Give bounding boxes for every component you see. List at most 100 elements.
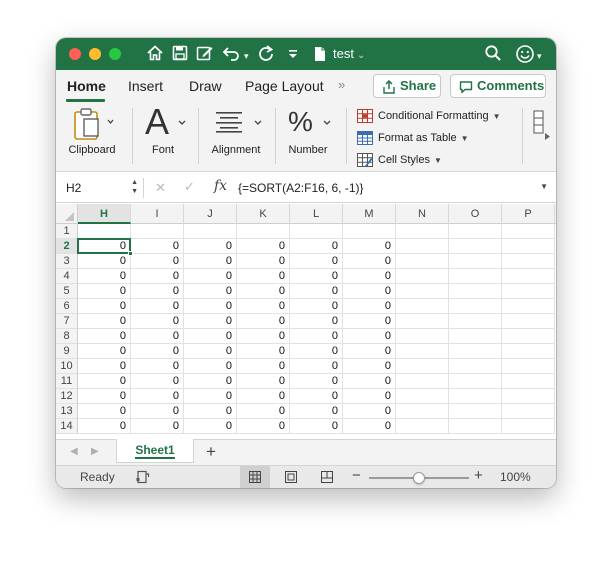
cell[interactable] <box>184 224 237 239</box>
row-header[interactable]: 3 <box>56 254 77 269</box>
format-as-table-button[interactable]: Format as Table ▼ <box>356 129 469 147</box>
cell[interactable]: 0 <box>131 314 184 329</box>
more-tabs-button[interactable]: » <box>338 77 345 92</box>
cell[interactable]: 0 <box>78 299 131 314</box>
minimize-window-button[interactable] <box>89 48 101 60</box>
zoom-slider-thumb[interactable] <box>413 472 425 484</box>
previous-sheet-icon[interactable]: ◀ <box>70 446 78 457</box>
cell[interactable] <box>396 239 449 254</box>
cell[interactable]: 0 <box>184 329 237 344</box>
column-header[interactable]: O <box>449 204 502 224</box>
cell[interactable]: 0 <box>131 404 184 419</box>
tab-page-layout[interactable]: Page Layout <box>245 78 324 94</box>
cell[interactable]: 0 <box>78 284 131 299</box>
close-window-button[interactable] <box>69 48 81 60</box>
cells-group-icon[interactable] <box>530 110 544 134</box>
edit-icon[interactable] <box>196 44 214 64</box>
cell[interactable]: 0 <box>290 389 343 404</box>
cell[interactable]: 0 <box>78 389 131 404</box>
column-header[interactable]: H <box>78 204 131 224</box>
cell[interactable]: 0 <box>184 359 237 374</box>
cell[interactable]: 0 <box>290 239 343 254</box>
cell[interactable] <box>502 419 555 434</box>
cell[interactable]: 0 <box>343 314 396 329</box>
cell[interactable]: 0 <box>237 284 290 299</box>
cell[interactable]: 0 <box>131 419 184 434</box>
column-header[interactable]: K <box>237 204 290 224</box>
maximize-window-button[interactable] <box>109 48 121 60</box>
cell[interactable]: 0 <box>237 299 290 314</box>
cell[interactable]: 0 <box>78 314 131 329</box>
add-sheet-button[interactable]: + <box>206 442 216 462</box>
row-header[interactable]: 7 <box>56 314 77 329</box>
cell[interactable]: 0 <box>131 269 184 284</box>
cell[interactable] <box>449 269 502 284</box>
cell[interactable] <box>396 389 449 404</box>
cell[interactable] <box>502 299 555 314</box>
zoom-slider[interactable] <box>369 472 469 484</box>
cell[interactable] <box>396 299 449 314</box>
cell[interactable] <box>396 359 449 374</box>
cell[interactable]: 0 <box>78 254 131 269</box>
column-header[interactable]: N <box>396 204 449 224</box>
cancel-icon[interactable]: ✕ <box>155 180 166 196</box>
cell[interactable]: 0 <box>343 404 396 419</box>
cell[interactable]: 0 <box>131 329 184 344</box>
share-button[interactable]: Share <box>373 74 441 98</box>
cell[interactable]: 0 <box>237 329 290 344</box>
page-break-view-button[interactable] <box>312 466 342 488</box>
normal-view-button[interactable] <box>240 466 270 488</box>
cell[interactable]: 0 <box>290 314 343 329</box>
column-header[interactable]: J <box>184 204 237 224</box>
cell[interactable] <box>502 314 555 329</box>
cell[interactable]: 0 <box>184 314 237 329</box>
search-icon[interactable] <box>484 44 502 64</box>
cell[interactable]: 0 <box>78 374 131 389</box>
cell[interactable]: 0 <box>237 359 290 374</box>
font-group[interactable]: A Font <box>136 102 190 172</box>
cell[interactable]: 0 <box>131 254 184 269</box>
cell[interactable] <box>237 224 290 239</box>
undo-icon[interactable] <box>222 44 242 64</box>
save-icon[interactable] <box>172 44 188 64</box>
cell[interactable] <box>449 404 502 419</box>
cell[interactable] <box>396 419 449 434</box>
cell[interactable]: 0 <box>343 344 396 359</box>
worksheet-grid[interactable]: HIJKLMNOP 1 2 3 4 5 6 7 8 9 10 11 12 13 14 0000000000… <box>56 204 556 439</box>
clipboard-group[interactable]: Clipboard <box>62 102 122 172</box>
cell[interactable] <box>502 284 555 299</box>
cell[interactable] <box>131 224 184 239</box>
zoom-in-button[interactable]: + <box>474 467 483 484</box>
cell[interactable]: 0 <box>290 344 343 359</box>
cell-area[interactable]: 0000000000000000000000000000000000000000… <box>78 224 555 434</box>
cell[interactable]: 0 <box>78 239 131 254</box>
cell[interactable] <box>396 314 449 329</box>
redo-icon[interactable] <box>257 44 275 64</box>
cell[interactable] <box>396 254 449 269</box>
smiley-icon[interactable] <box>515 44 535 64</box>
select-all-corner[interactable] <box>56 204 78 224</box>
cell[interactable] <box>502 224 555 239</box>
conditional-formatting-button[interactable]: Conditional Formatting ▼ <box>356 107 501 125</box>
cell[interactable] <box>396 329 449 344</box>
column-header[interactable]: L <box>290 204 343 224</box>
cell[interactable] <box>449 359 502 374</box>
cell[interactable]: 0 <box>343 389 396 404</box>
row-header[interactable]: 6 <box>56 299 77 314</box>
tab-draw[interactable]: Draw <box>189 78 222 94</box>
column-header[interactable]: I <box>131 204 184 224</box>
cell[interactable]: 0 <box>131 299 184 314</box>
cell[interactable] <box>396 284 449 299</box>
cell[interactable]: 0 <box>184 374 237 389</box>
cell[interactable] <box>449 329 502 344</box>
cell[interactable] <box>78 224 131 239</box>
number-group[interactable]: % Number <box>280 102 336 172</box>
chevron-down-icon[interactable]: ⌄ <box>357 50 365 61</box>
page-layout-view-button[interactable] <box>276 466 306 488</box>
cell[interactable]: 0 <box>343 374 396 389</box>
next-sheet-icon[interactable]: ▶ <box>91 446 99 457</box>
row-header[interactable]: 14 <box>56 419 77 434</box>
cell[interactable]: 0 <box>78 344 131 359</box>
cell[interactable]: 0 <box>343 284 396 299</box>
zoom-out-button[interactable]: − <box>352 467 361 484</box>
